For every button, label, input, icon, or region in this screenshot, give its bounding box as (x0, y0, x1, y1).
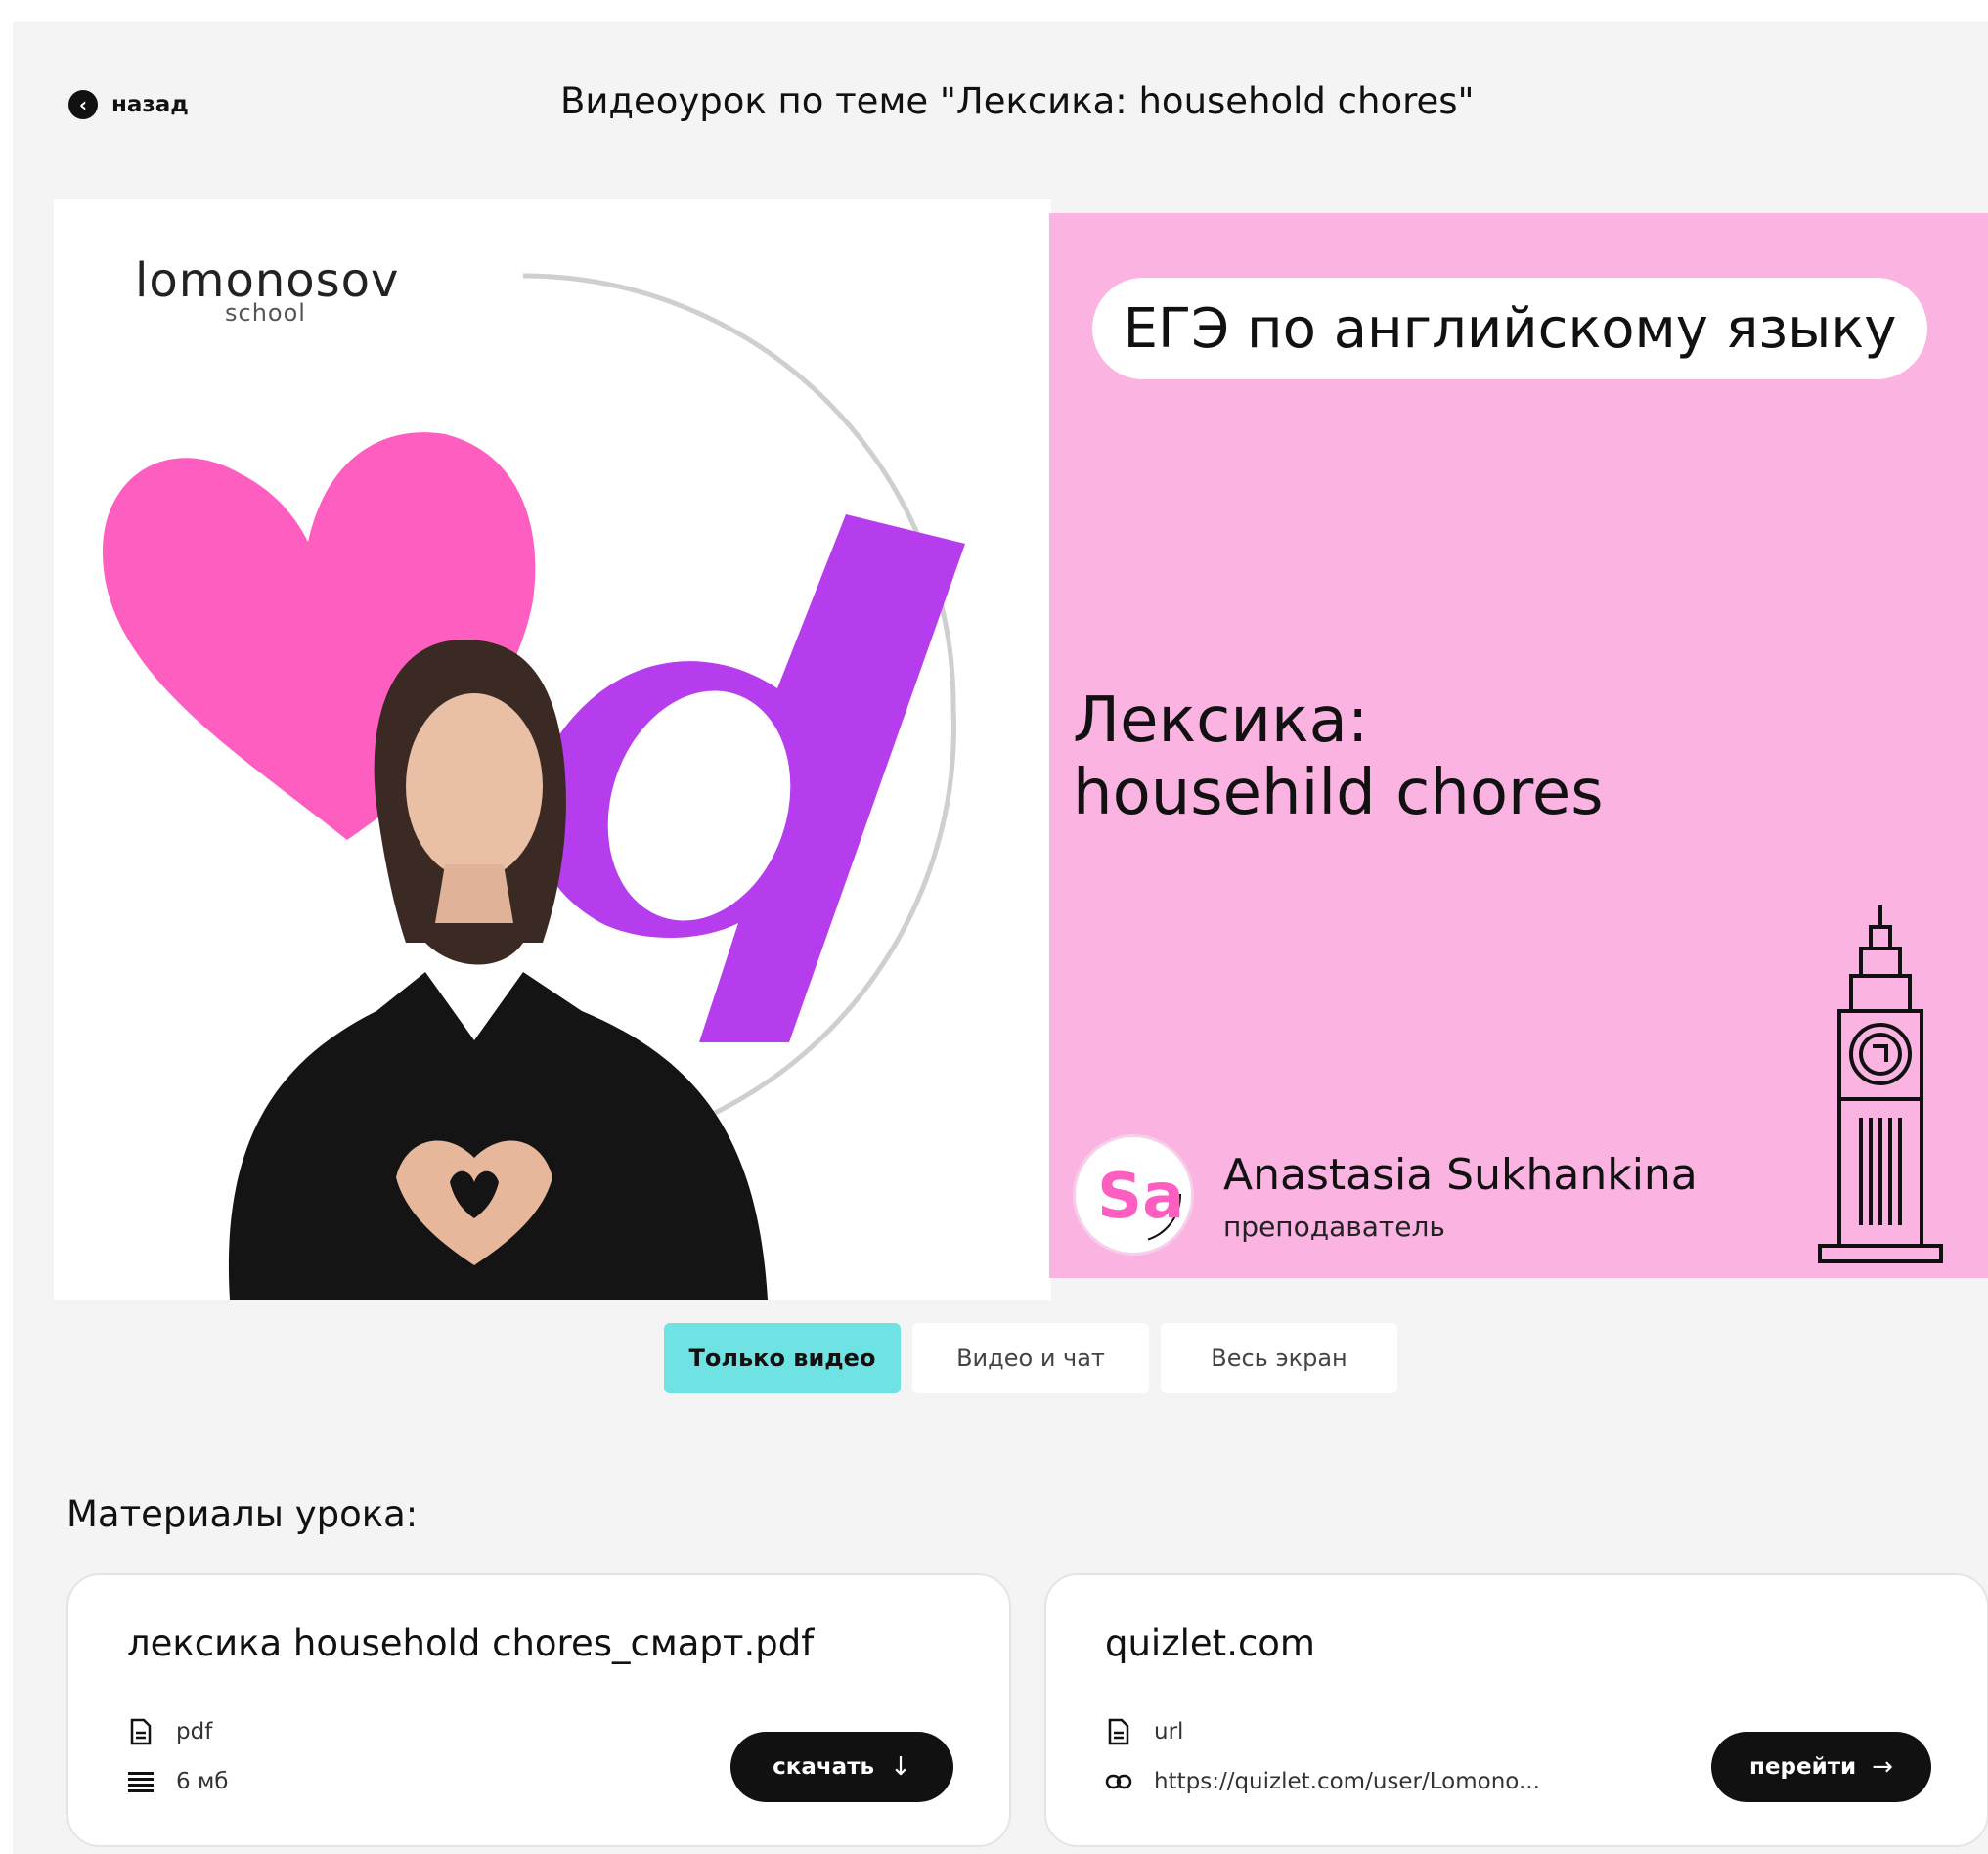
exam-label: ЕГЭ по английскому языку (1092, 278, 1927, 379)
teacher-photo-artwork (103, 273, 965, 1300)
material-title: quizlet.com (1105, 1622, 1315, 1664)
material-card-pdf: лексика household chores_смарт.pdf pdf 6… (66, 1573, 1011, 1847)
arrow-left-circle-icon: ‹ (68, 90, 98, 119)
arrow-right-icon: → (1872, 1752, 1893, 1782)
video-title-panel: ЕГЭ по английскому языку Лексика: househ… (1049, 213, 1988, 1278)
mode-video-chat-button[interactable]: Видео и чат (912, 1323, 1149, 1393)
material-type-row: url (1105, 1717, 1183, 1746)
file-icon (127, 1717, 155, 1746)
brand-logo-sub: school (225, 299, 306, 327)
open-link-button[interactable]: перейти → (1711, 1732, 1931, 1802)
mode-fullscreen-button[interactable]: Весь экран (1161, 1323, 1397, 1393)
material-type: pdf (176, 1719, 213, 1744)
teacher-role: преподаватель (1223, 1211, 1445, 1243)
teacher-avatar: Sa (1073, 1134, 1194, 1256)
page-title: Видеоурок по теме "Лексика: household ch… (560, 80, 1475, 122)
lesson-topic-line2: househild chores (1073, 757, 1604, 829)
link-icon (1105, 1767, 1132, 1796)
material-url[interactable]: https://quizlet.com/user/Lomono... (1154, 1769, 1540, 1794)
big-ben-icon (1818, 905, 1943, 1263)
video-player[interactable]: lomonosov school ЕГЭ по английскому язык… (54, 199, 1988, 1300)
download-label: скачать (773, 1754, 875, 1780)
view-mode-switch: Только видео Видео и чат Весь экран (664, 1323, 1397, 1393)
teacher-face (406, 693, 543, 879)
teacher-name: Anastasia Sukhankina (1223, 1150, 1698, 1200)
material-card-link: quizlet.com url https://quizlet.com/user… (1044, 1573, 1988, 1847)
back-button[interactable]: ‹ назад (68, 90, 189, 119)
download-button[interactable]: скачать ↓ (730, 1732, 953, 1802)
material-type: url (1154, 1719, 1184, 1744)
material-link-row: https://quizlet.com/user/Lomono... (1105, 1767, 1540, 1796)
page: ‹ назад Видеоурок по теме "Лексика: hous… (13, 22, 1988, 1854)
material-title: лексика household chores_смарт.pdf (127, 1622, 815, 1664)
material-size: 6 мб (176, 1769, 229, 1794)
file-icon (1105, 1717, 1132, 1746)
lesson-topic: Лексика: househild chores (1073, 684, 1604, 829)
mode-video-only-button[interactable]: Только видео (664, 1323, 901, 1393)
materials-heading: Материалы урока: (66, 1493, 419, 1535)
lesson-topic-line1: Лексика: (1073, 684, 1369, 757)
list-icon (127, 1767, 155, 1796)
teacher-neck (435, 864, 513, 923)
video-left-panel: lomonosov school (54, 199, 1051, 1300)
material-size-row: 6 мб (127, 1767, 228, 1796)
arrow-down-icon: ↓ (890, 1752, 911, 1782)
open-link-label: перейти (1749, 1754, 1857, 1780)
avatar-letter-s: Sa (1097, 1161, 1184, 1233)
material-type-row: pdf (127, 1717, 212, 1746)
back-label: назад (111, 92, 189, 117)
teacher-jacket (228, 972, 769, 1300)
